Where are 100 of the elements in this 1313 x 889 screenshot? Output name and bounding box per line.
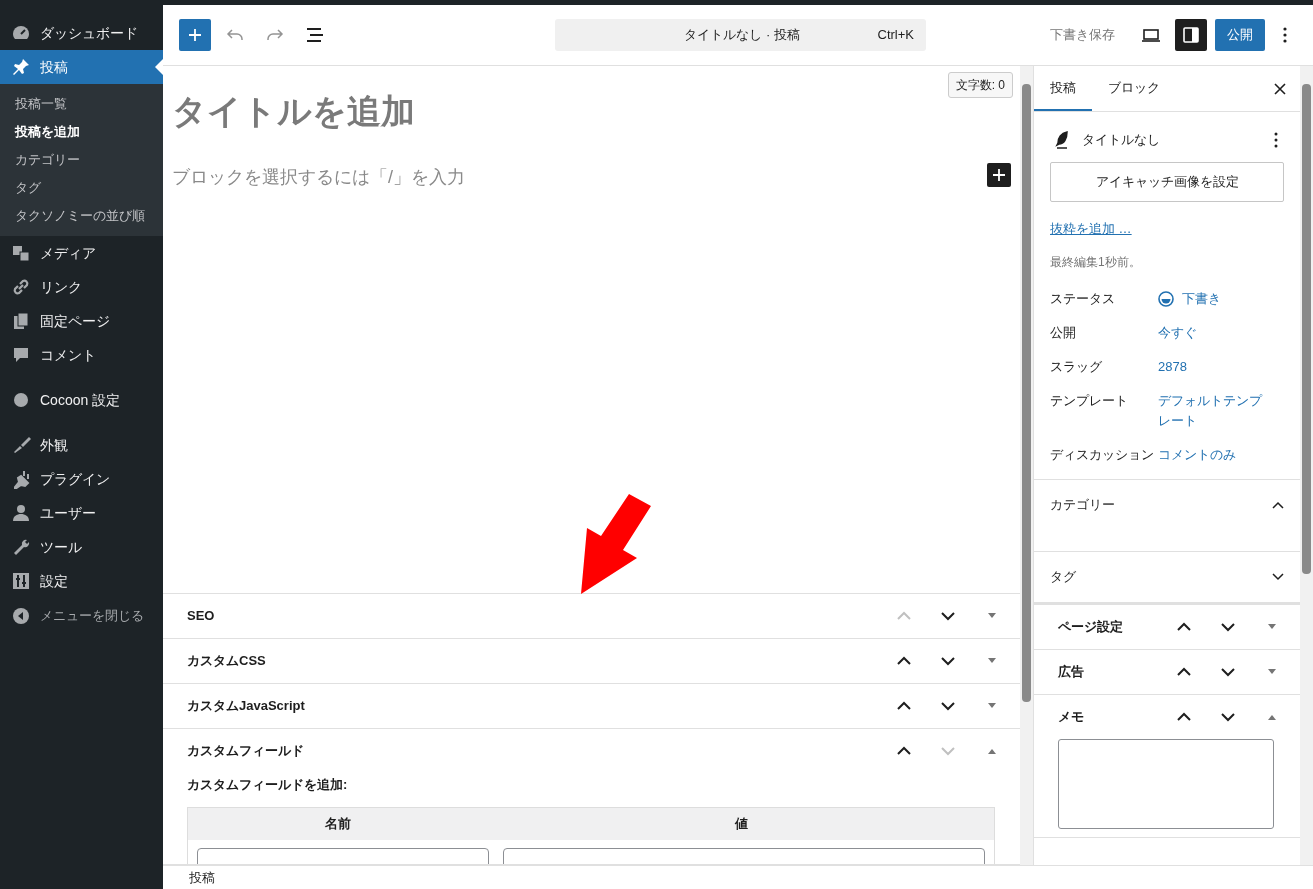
publish-button[interactable]: 公開 [1215, 19, 1265, 51]
keyboard-shortcut: Ctrl+K [877, 26, 914, 45]
menu-item[interactable]: ダッシュボード [0, 16, 163, 50]
chevron-up-icon [897, 611, 911, 621]
title-field[interactable]: タイトルを追加 [172, 86, 415, 137]
plus-icon [187, 27, 203, 43]
collapse-icon [11, 606, 31, 626]
add-block-button[interactable] [179, 19, 211, 51]
panel-title: 広告 [1058, 662, 1085, 681]
link-icon [11, 277, 31, 297]
triangle-down-icon [987, 658, 997, 664]
user-icon [11, 503, 31, 523]
laptop-icon [1141, 27, 1161, 43]
chevron-up-icon [1272, 500, 1284, 509]
more-icon [1274, 132, 1278, 148]
command-palette-button[interactable]: タイトルなし · 投稿 Ctrl+K [555, 19, 926, 51]
submenu-item[interactable]: 投稿一覧 [0, 90, 163, 118]
inserter-button[interactable] [987, 163, 1011, 187]
menu-item[interactable]: コメント [0, 338, 163, 372]
collapse-menu-button[interactable]: メニューを閉じる [0, 599, 163, 633]
post-title: タイトルなし [1082, 131, 1161, 150]
triangle-up-icon [987, 748, 997, 754]
field-label: テンプレート [1050, 391, 1129, 410]
column-header: 値 [733, 814, 749, 833]
breadcrumb[interactable]: 投稿 [189, 867, 215, 888]
save-draft-button[interactable]: 下書き保存 [1042, 25, 1123, 45]
more-icon [1283, 27, 1287, 43]
submenu-item[interactable]: カテゴリー [0, 146, 163, 174]
field-label: 公開 [1050, 323, 1077, 342]
chevron-down-icon [941, 701, 955, 711]
document-title: タイトルなし · 投稿 [683, 26, 802, 45]
menu-item[interactable]: 外観 [0, 428, 163, 462]
field-value-link[interactable]: コメントのみ [1158, 444, 1270, 465]
chevron-up-icon [897, 701, 911, 711]
menu-item[interactable]: ツール [0, 530, 163, 564]
chevron-down-icon [1272, 572, 1284, 581]
section-label: カスタムフィールドを追加: [187, 776, 349, 794]
block-placeholder[interactable]: ブロックを選択するには「/」を入力 [172, 164, 465, 191]
media-icon [11, 243, 31, 263]
chevron-down-icon [1221, 711, 1235, 722]
field-label: スラッグ [1050, 357, 1103, 376]
menu-item[interactable]: 投稿 [0, 50, 163, 84]
menu-item[interactable]: 設定 [0, 564, 163, 598]
column-header: 名前 [324, 814, 352, 833]
triangle-up-icon [1267, 713, 1277, 720]
list-view-icon [305, 25, 325, 45]
sliders-icon [11, 571, 31, 591]
menu-item[interactable]: リンク [0, 270, 163, 304]
chevron-down-icon [941, 746, 955, 756]
panel-title: SEO [187, 607, 216, 626]
chevron-up-icon [897, 656, 911, 666]
menu-item[interactable]: メディア [0, 236, 163, 270]
excerpt-link[interactable]: 抜粋を追加 … [1050, 219, 1284, 239]
field-value-link[interactable]: 2878 [1158, 356, 1270, 377]
field-value-link[interactable]: 下書き [1158, 288, 1270, 309]
field-label: ステータス [1050, 289, 1116, 308]
panel-toggle[interactable]: タグ [1034, 551, 1300, 602]
featured-image-button[interactable]: アイキャッチ画像を設定 [1050, 162, 1284, 202]
field-value-link[interactable]: デフォルトテンプレート [1158, 390, 1270, 431]
submenu-item[interactable]: タクソノミーの並び順 [0, 202, 163, 230]
triangle-down-icon [1267, 623, 1277, 630]
pages-icon [11, 311, 31, 331]
chevron-down-icon [941, 656, 955, 666]
triangle-down-icon [1267, 668, 1277, 675]
panel-toggle[interactable]: カテゴリー [1034, 479, 1300, 530]
field-label: ディスカッション [1050, 445, 1155, 464]
scrollbar[interactable] [1020, 66, 1033, 865]
chevron-up-icon [1177, 666, 1191, 677]
menu-item[interactable]: 固定ページ [0, 304, 163, 338]
settings-button[interactable] [1175, 19, 1207, 51]
submenu-item[interactable]: 投稿を追加 [0, 118, 163, 146]
tab[interactable]: 投稿 [1034, 66, 1092, 111]
plus-icon [992, 168, 1006, 182]
menu-item[interactable]: Cocoon 設定 [0, 383, 163, 417]
menu-item[interactable]: ユーザー [0, 496, 163, 530]
panel-title: ページ設定 [1058, 617, 1124, 636]
feather-icon [1054, 131, 1070, 149]
circle-icon [11, 390, 31, 410]
menu-item[interactable]: プラグイン [0, 462, 163, 496]
panel-title: カスタムフィールド [187, 742, 305, 761]
field-value-link[interactable]: 今すぐ [1158, 322, 1270, 343]
draft-status-icon [1158, 290, 1174, 307]
chevron-down-icon [941, 611, 955, 621]
scrollbar[interactable] [1300, 66, 1313, 865]
chevron-up-icon [1177, 711, 1191, 722]
memo-textarea[interactable] [1058, 738, 1274, 829]
plug-icon [11, 469, 31, 489]
submenu-item[interactable]: タグ [0, 174, 163, 202]
chevron-down-icon [1221, 666, 1235, 677]
panel-title: カスタムJavaScript [187, 697, 306, 716]
last-edited-text: 最終編集1秒前。 [1050, 253, 1142, 271]
comment-icon [11, 345, 31, 365]
close-icon [1274, 82, 1286, 95]
tab[interactable]: ブロック [1092, 66, 1176, 111]
chevron-up-icon [897, 746, 911, 756]
panel-title: メモ [1058, 707, 1085, 726]
panel-title: カスタムCSS [187, 652, 267, 671]
word-count: 文字数: 0 [947, 72, 1013, 98]
pin-icon [11, 57, 31, 77]
triangle-down-icon [987, 703, 997, 709]
